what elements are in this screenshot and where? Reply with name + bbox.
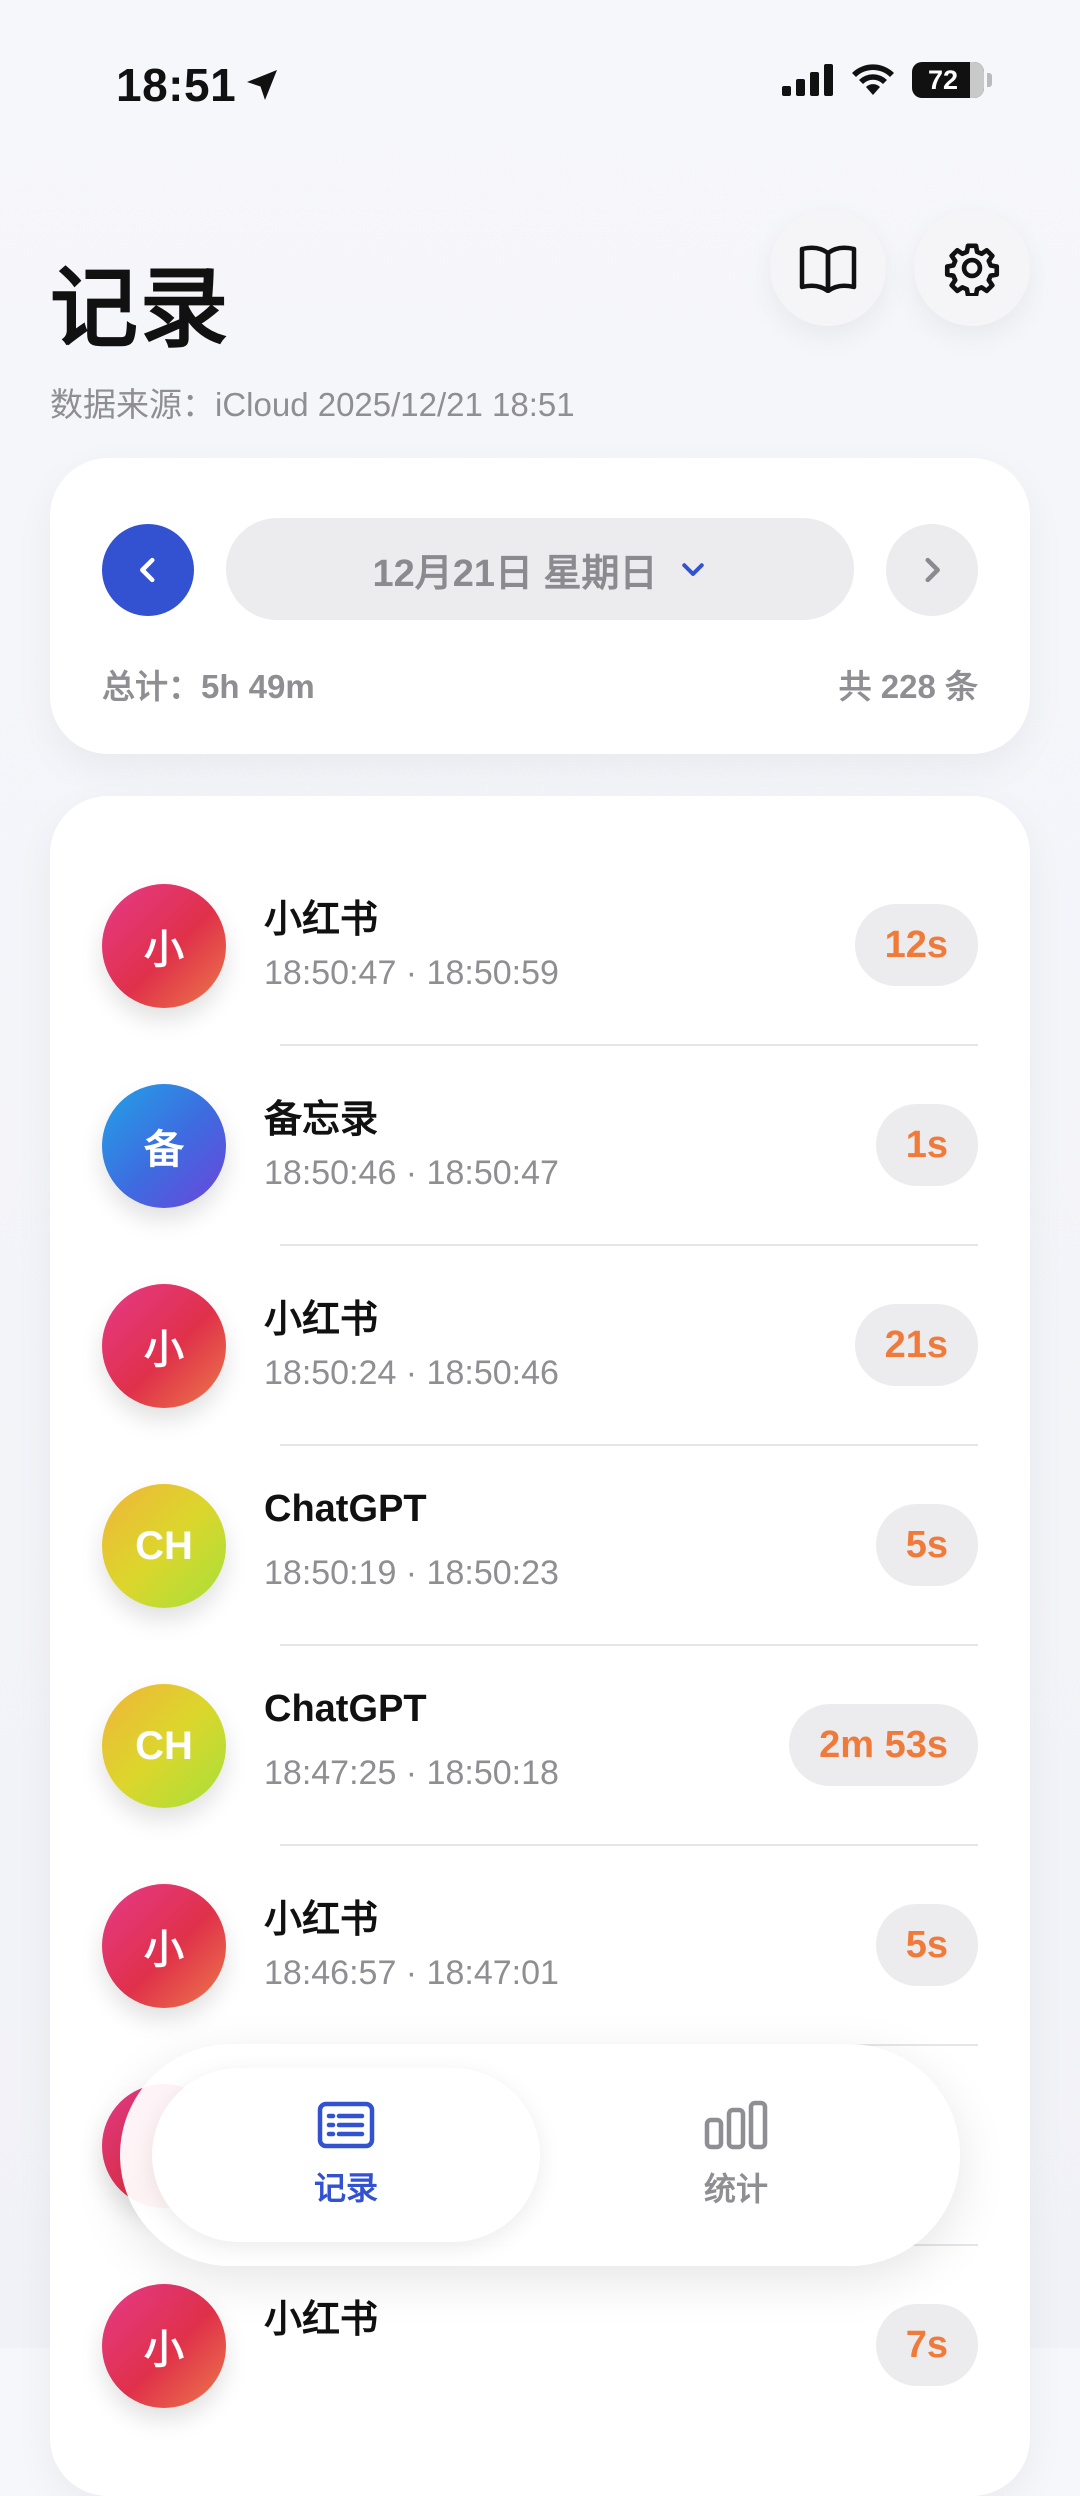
status-indicators: 72 — [782, 62, 992, 98]
tab-records[interactable]: 记录 — [152, 2068, 540, 2242]
app-name: 小红书 — [264, 1299, 379, 1341]
time-range: 18:47:25 · 18:50:18 — [264, 1754, 559, 1792]
duration-badge: 2m 53s — [789, 1704, 978, 1786]
battery-icon: 72 — [912, 62, 992, 98]
tab-records-label: 记录 — [313, 2170, 378, 2206]
guide-button[interactable] — [770, 210, 886, 326]
app-avatar: 小 — [102, 1284, 226, 1408]
status-time-text: 18:51 — [116, 59, 237, 111]
list-icon — [317, 2101, 375, 2149]
time-range: 18:46:57 · 18:47:01 — [264, 1954, 559, 1992]
chevron-left-icon — [140, 557, 155, 583]
app-avatar: CH — [102, 1684, 226, 1808]
app-name: ChatGPT — [264, 1488, 427, 1530]
duration-badge: 21s — [854, 1304, 978, 1386]
chevron-down-icon — [681, 563, 704, 576]
app-avatar: CH — [102, 1484, 226, 1608]
tab-bar: 记录 统计 — [120, 2044, 960, 2266]
duration-badge: 5s — [875, 1504, 978, 1586]
page-title: 记录 — [50, 259, 231, 358]
status-bar: 18:51 72 — [0, 0, 1080, 120]
data-source-subtitle: 数据来源：iCloud 2025/12/21 18:51 — [50, 386, 575, 423]
app-name: 小红书 — [264, 899, 379, 941]
time-range: 18:50:19 · 18:50:23 — [264, 1554, 559, 1592]
duration-badge: 5s — [875, 1904, 978, 1986]
list-item[interactable]: CH ChatGPT 18:50:19 · 18:50:23 5s — [50, 1446, 1030, 1646]
app-name: 小红书 — [264, 1899, 379, 1941]
list-item[interactable]: 小 小红书 18:50:24 · 18:50:46 21s — [50, 1246, 1030, 1446]
tab-statistics[interactable]: 统计 — [542, 2068, 930, 2242]
app-avatar: 小 — [102, 1884, 226, 2008]
list-item[interactable]: 小 小红书 7s — [50, 2246, 1030, 2446]
bar-chart-icon — [704, 2100, 768, 2150]
gear-icon — [944, 243, 1000, 296]
time-range: 18:50:46 · 18:50:47 — [264, 1154, 559, 1192]
app-name: 小红书 — [264, 2299, 379, 2341]
list-item[interactable]: 小 小红书 18:46:57 · 18:47:01 5s — [50, 1846, 1030, 2046]
wifi-icon — [852, 64, 894, 95]
date-picker[interactable]: 12月21日 星期日 — [226, 518, 854, 620]
app-avatar: 备 — [102, 1084, 226, 1208]
book-icon — [799, 245, 857, 293]
status-time: 18:51 — [116, 58, 280, 112]
time-range: 18:50:24 · 18:50:46 — [264, 1354, 559, 1392]
date-label: 12月21日 星期日 — [372, 552, 658, 595]
signal-icon — [782, 64, 833, 96]
list-item[interactable]: 小 小红书 18:50:47 · 18:50:59 12s — [50, 846, 1030, 1046]
battery-level: 72 — [927, 64, 959, 95]
list-item[interactable]: 备 备忘录 18:50:46 · 18:50:47 1s — [50, 1046, 1030, 1246]
duration-badge: 12s — [854, 904, 978, 986]
list-item[interactable]: CH ChatGPT 18:47:25 · 18:50:18 2m 53s — [50, 1646, 1030, 1846]
app-name: 备忘录 — [264, 1099, 379, 1141]
app-avatar: 小 — [102, 2284, 226, 2408]
settings-button[interactable] — [914, 210, 1030, 326]
record-count: 共 228 条 — [838, 668, 978, 705]
duration-badge: 1s — [875, 1104, 978, 1186]
previous-day-button[interactable] — [102, 524, 194, 616]
tab-statistics-label: 统计 — [703, 2171, 768, 2207]
time-range: 18:50:47 · 18:50:59 — [264, 954, 559, 992]
date-navigation-card: 12月21日 星期日 总计：5h 49m 共 228 条 — [50, 458, 1030, 754]
location-arrow-icon — [247, 70, 278, 100]
total-duration: 总计：5h 49m — [102, 668, 315, 705]
app-name: ChatGPT — [264, 1688, 427, 1730]
chevron-right-icon — [925, 557, 940, 583]
duration-badge: 7s — [875, 2304, 978, 2386]
next-day-button[interactable] — [886, 524, 978, 616]
app-avatar: 小 — [102, 884, 226, 1008]
